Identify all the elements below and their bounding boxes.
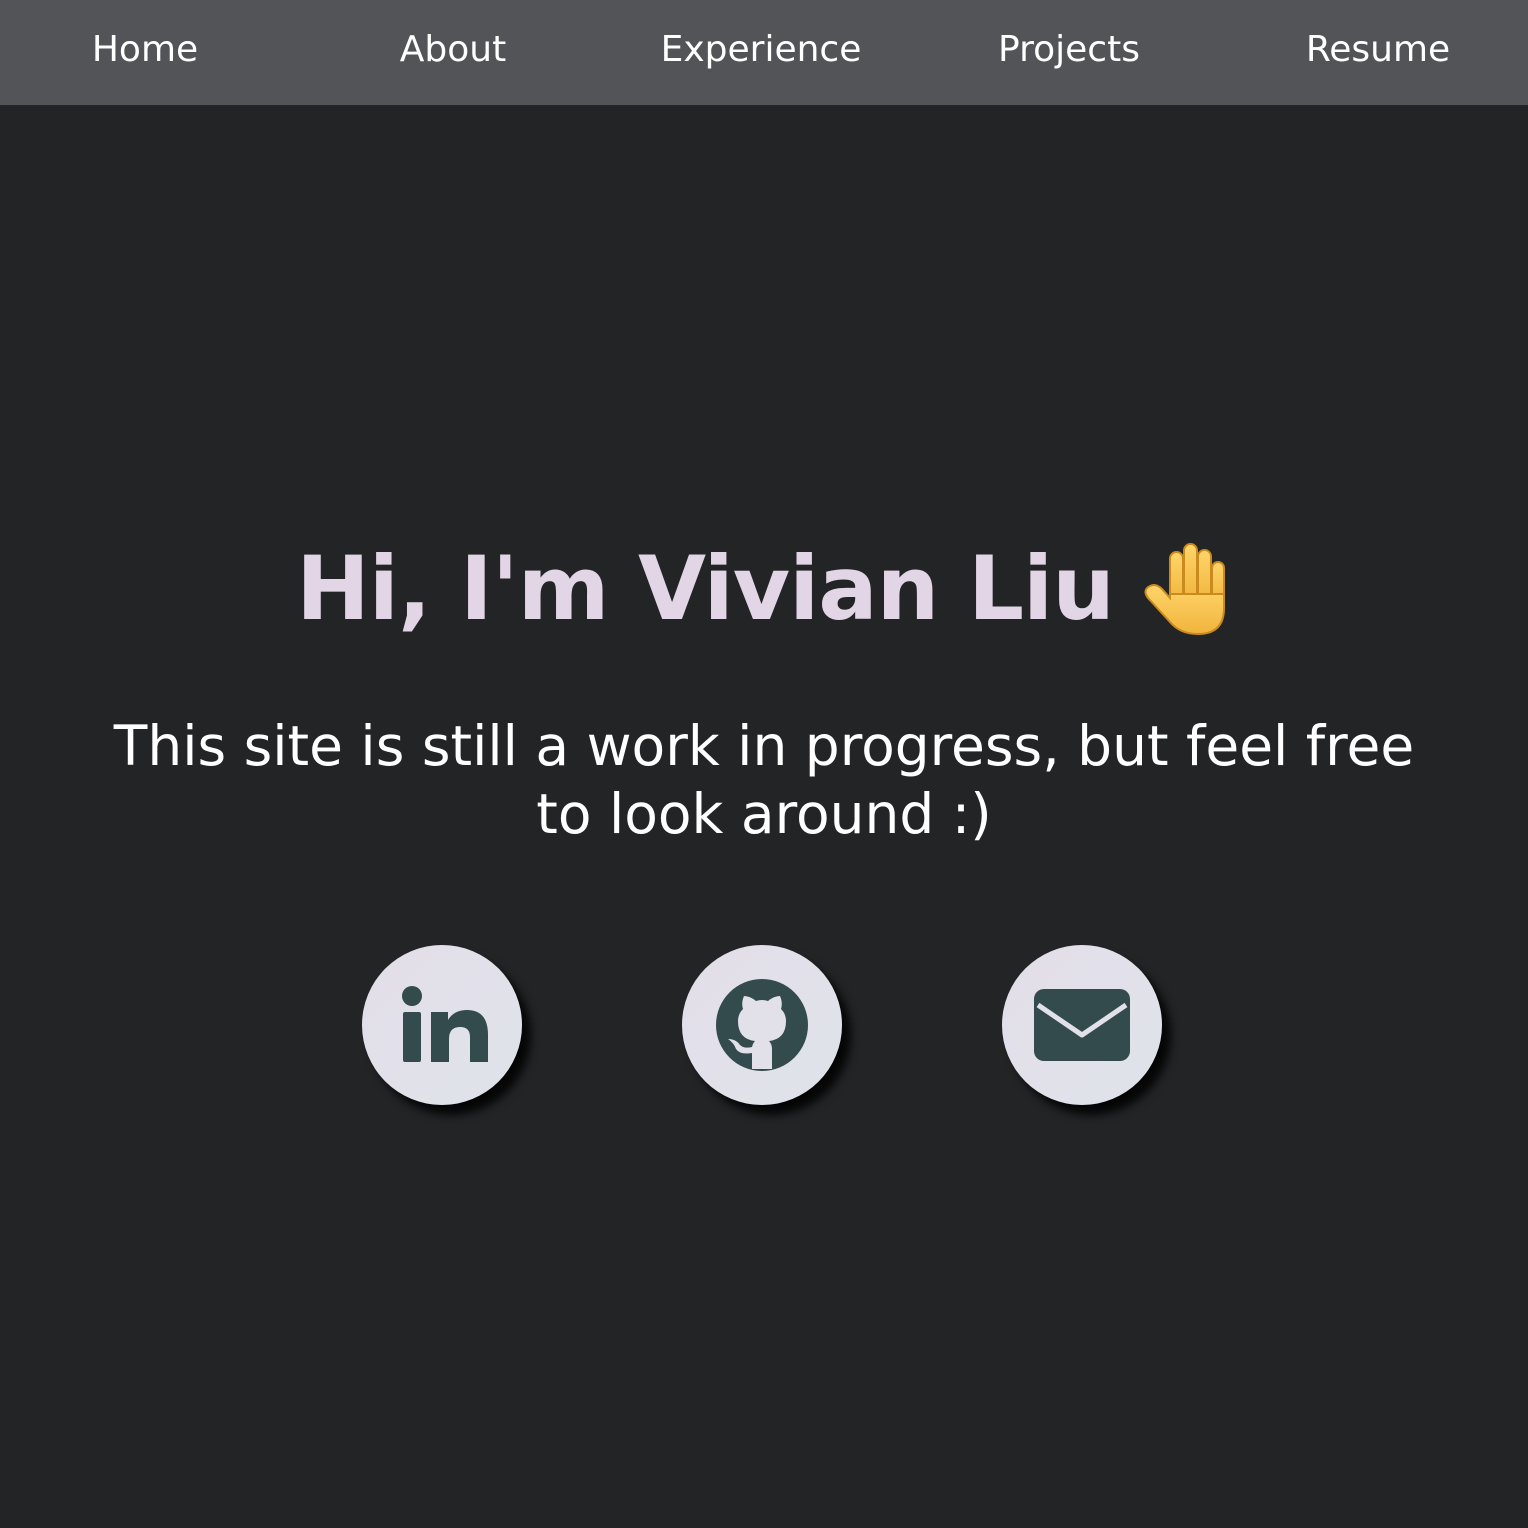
linkedin-icon xyxy=(402,986,488,1062)
github-button[interactable] xyxy=(682,945,842,1105)
raised-hand-icon xyxy=(1140,538,1232,638)
github-icon xyxy=(716,979,808,1071)
linkedin-button[interactable] xyxy=(362,945,522,1105)
hero-heading: Hi, I'm Vivian Liu xyxy=(0,528,1528,648)
nav-home-link[interactable]: Home xyxy=(92,0,198,100)
email-icon xyxy=(1034,989,1130,1061)
nav-experience-link[interactable]: Experience xyxy=(661,0,862,100)
nav-resume-link[interactable]: Resume xyxy=(1306,0,1450,100)
nav-about-link[interactable]: About xyxy=(400,0,506,100)
email-button[interactable] xyxy=(1002,945,1162,1105)
hero-title: Hi, I'm Vivian Liu xyxy=(296,536,1115,640)
nav-projects-link[interactable]: Projects xyxy=(998,0,1140,100)
navbar: Home About Experience Projects Resume xyxy=(0,0,1528,105)
hero-subtitle: This site is still a work in progress, b… xyxy=(113,714,1415,846)
